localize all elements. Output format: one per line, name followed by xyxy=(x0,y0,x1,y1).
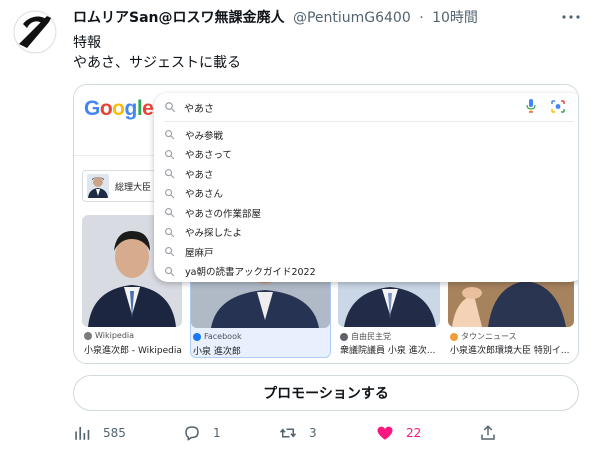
lens-icon xyxy=(551,100,565,113)
search-icon xyxy=(165,130,175,140)
heart-icon xyxy=(377,426,393,440)
suggestion-item: やあさの作業部屋 xyxy=(154,203,578,223)
analytics-icon xyxy=(75,427,90,440)
site-icon xyxy=(450,332,458,341)
suggestion-item: 屋麻戸 xyxy=(154,242,578,262)
reply-button[interactable]: 1 xyxy=(183,421,221,445)
views-count: 585 xyxy=(103,426,126,440)
result-title: 小泉 進次郎 xyxy=(193,347,241,357)
result-source: タウンニュース xyxy=(450,331,517,342)
reply-icon xyxy=(185,426,199,441)
google-logo: Google xyxy=(84,97,154,120)
author-name[interactable]: ロムリアSan@ロスワ無課金廃人 xyxy=(73,10,285,26)
avatar-image xyxy=(13,10,57,54)
suggestion-item: やあさって xyxy=(154,145,578,165)
result-source: Wikipedia xyxy=(84,331,134,340)
retweet-count: 3 xyxy=(309,426,317,440)
attached-image[interactable]: Google 総理大臣 Wikipedia 小泉進次郎 - Wikipedia … xyxy=(73,84,579,364)
suggestion-item: ya朝の読書アックガイド2022 xyxy=(154,262,578,282)
person-thumbnail xyxy=(87,174,109,198)
like-button[interactable]: 22 xyxy=(376,421,421,445)
tweet-text-line: やあさ、サジェストに載る xyxy=(73,55,241,71)
search-input: やあさ xyxy=(184,104,214,115)
divider xyxy=(164,121,574,122)
result-source: 自由民主党 xyxy=(340,331,391,342)
result-title: 小泉進次郎 - Wikipedia xyxy=(84,346,182,356)
chip-label: 総理大臣 xyxy=(115,182,152,193)
retweet-button[interactable]: 3 xyxy=(279,421,317,445)
avatar[interactable] xyxy=(13,10,57,54)
result-source: Facebook xyxy=(193,332,242,341)
share-button[interactable] xyxy=(479,421,497,445)
action-bar: 585 1 3 22 xyxy=(73,421,579,445)
views-button[interactable]: 585 xyxy=(73,421,126,445)
facebook-icon xyxy=(193,332,201,341)
suggestion-item: やみ探したよ xyxy=(154,223,578,243)
search-icon xyxy=(165,227,175,237)
suggestion-item: やあさん xyxy=(154,184,578,204)
search-icon xyxy=(165,188,175,198)
suggestion-list: やみ参戦 やあさって やあさ やあさん やあさの作業部屋 やみ探したよ 屋麻戸 … xyxy=(154,125,578,282)
wikipedia-icon xyxy=(84,331,92,340)
search-icon xyxy=(165,149,175,159)
result-title: 小泉進次郎環境大臣 特別イ... xyxy=(450,346,570,356)
time-separator: · xyxy=(419,10,424,26)
suggestion-item: やあさ xyxy=(154,164,578,184)
share-icon xyxy=(481,425,495,440)
suggestion-dropdown: やあさ やみ参戦 やあさって やあさ やあさん やあさの作業部屋 やみ探したよ … xyxy=(154,93,578,282)
tweet-text: 特報 やあさ、サジェストに載る xyxy=(73,33,241,73)
retweet-icon xyxy=(279,428,297,438)
mic-icon xyxy=(526,99,536,113)
search-icon xyxy=(165,208,175,218)
reply-count: 1 xyxy=(213,426,221,440)
google-search-screenshot: Google 総理大臣 Wikipedia 小泉進次郎 - Wikipedia … xyxy=(74,85,578,363)
search-icon xyxy=(165,102,176,113)
tweet-text-line: 特報 xyxy=(73,35,101,51)
like-count: 22 xyxy=(406,426,422,440)
site-icon xyxy=(340,332,348,341)
tweet-time[interactable]: 10時間 xyxy=(432,10,478,26)
search-icon xyxy=(165,169,175,179)
promote-button[interactable]: プロモーションする xyxy=(73,375,579,411)
search-icon xyxy=(165,266,175,276)
suggestion-item: やみ参戦 xyxy=(154,125,578,145)
result-title: 衆議院議員 小泉 進次... xyxy=(340,346,436,356)
tweet-header: ロムリアSan@ロスワ無課金廃人 @PentiumG6400 · 10時間 xyxy=(73,9,478,27)
more-options-icon[interactable] xyxy=(560,6,582,28)
search-icon xyxy=(165,247,175,257)
author-handle[interactable]: @PentiumG6400 xyxy=(293,10,411,26)
